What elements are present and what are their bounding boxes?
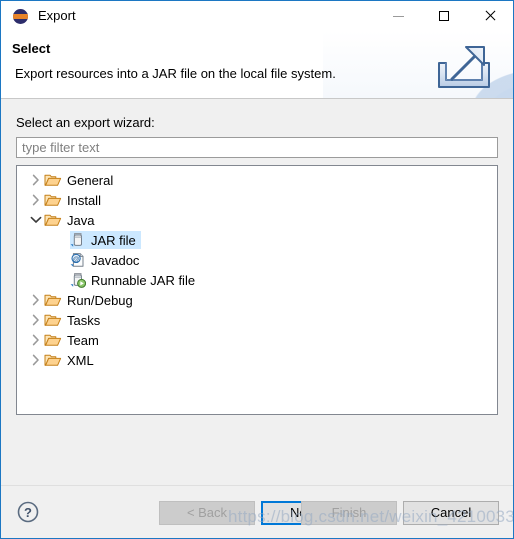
folder-icon [44, 194, 62, 206]
tree-item-content: Java [44, 211, 99, 229]
tree-item-jar-file[interactable]: JAR file [17, 230, 497, 250]
tree-item-general[interactable]: General [17, 170, 497, 190]
finish-button[interactable]: Finish [301, 501, 397, 525]
javadoc-icon: @ [70, 253, 84, 267]
export-dialog: Export Select Export resources into a JA… [0, 0, 514, 539]
folder-icon [44, 214, 62, 226]
window-title: Export [38, 8, 76, 23]
minimize-button[interactable] [375, 1, 421, 31]
tree-item-content: Install [44, 191, 106, 209]
runnable-jar-icon [70, 273, 86, 288]
tree-item-label: Java [67, 212, 95, 228]
tree-item-content: JAR file [70, 231, 141, 249]
tree-item-tasks[interactable]: Tasks [17, 310, 497, 330]
tree-item-label: Run/Debug [67, 292, 133, 308]
chevron-down-icon[interactable] [28, 212, 44, 228]
tree-item-runnable-jar-file[interactable]: Runnable JAR file [17, 270, 497, 290]
chevron-right-icon[interactable] [28, 192, 44, 208]
folder-icon [44, 294, 62, 306]
chevron-right-icon [32, 334, 39, 346]
page-description: Export resources into a JAR file on the … [15, 66, 336, 81]
svg-text:@: @ [73, 256, 80, 263]
filter-input[interactable] [16, 137, 498, 158]
tree-item-team[interactable]: Team [17, 330, 497, 350]
wizard-header: Select Export resources into a JAR file … [1, 31, 513, 99]
chevron-down-icon [30, 216, 42, 223]
tree-item-label: Javadoc [91, 252, 140, 268]
tree-item-content: Run/Debug [44, 291, 138, 309]
tree-item-java[interactable]: Java [17, 210, 497, 230]
tree-item-label: Runnable JAR file [91, 272, 196, 288]
wizard-list-label: Select an export wizard: [16, 115, 155, 130]
svg-text:?: ? [24, 505, 32, 520]
tree-item-javadoc[interactable]: @ Javadoc [17, 250, 497, 270]
jar-file-icon [70, 233, 82, 247]
chevron-right-icon [32, 174, 39, 186]
tree-item-label: Tasks [67, 312, 101, 328]
page-title: Select [12, 41, 51, 56]
wizard-tree[interactable]: General Install Java JAR file @ Javadoc Runnab… [16, 165, 498, 415]
minimize-icon [392, 15, 404, 17]
export-arrow-tray-icon [438, 46, 490, 88]
tree-item-content: @ Javadoc [70, 251, 144, 269]
close-button[interactable] [467, 1, 513, 31]
chevron-right-icon [32, 294, 39, 306]
chevron-right-icon[interactable] [28, 312, 44, 328]
chevron-right-icon[interactable] [28, 172, 44, 188]
chevron-right-icon[interactable] [28, 292, 44, 308]
dialog-body: Select an export wizard: General Install J… [1, 99, 513, 485]
tree-item-label: Install [67, 192, 101, 208]
maximize-icon [439, 11, 449, 21]
folder-icon [44, 314, 62, 326]
tree-item-label: Team [67, 332, 99, 348]
tree-item-content: Team [44, 331, 104, 349]
tree-item-content: Runnable JAR file [70, 271, 200, 289]
window-controls [375, 1, 513, 31]
chevron-right-icon [32, 354, 39, 366]
tree-item-install[interactable]: Install [17, 190, 497, 210]
chevron-right-icon[interactable] [28, 332, 44, 348]
tree-item-label: JAR file [91, 232, 136, 248]
folder-icon [44, 334, 62, 346]
title-bar: Export [1, 1, 513, 31]
tree-item-content: Tasks [44, 311, 105, 329]
folder-icon [44, 354, 62, 366]
chevron-right-icon [32, 314, 39, 326]
cancel-button[interactable]: Cancel [403, 501, 499, 525]
tree-item-content: General [44, 171, 118, 189]
eclipse-globe-icon [13, 8, 29, 24]
tree-item-content: XML [44, 351, 99, 369]
close-icon [484, 10, 496, 22]
folder-icon [44, 174, 62, 186]
help-question-icon[interactable]: ? [17, 501, 39, 523]
chevron-right-icon [32, 194, 39, 206]
tree-item-label: General [67, 172, 114, 188]
tree-item-run-debug[interactable]: Run/Debug [17, 290, 497, 310]
back-button[interactable]: < Back [159, 501, 255, 525]
chevron-right-icon[interactable] [28, 352, 44, 368]
tree-item-xml[interactable]: XML [17, 350, 497, 370]
tree-item-label: XML [67, 352, 94, 368]
maximize-button[interactable] [421, 1, 467, 31]
